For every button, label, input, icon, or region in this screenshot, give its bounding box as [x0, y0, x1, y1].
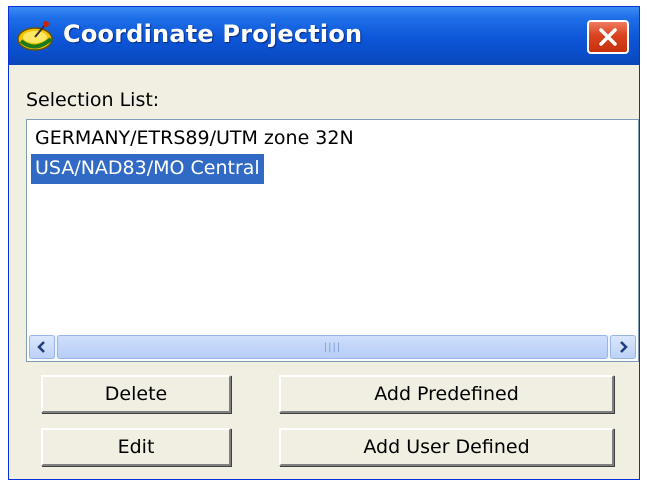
close-icon — [599, 28, 617, 46]
window-title: Coordinate Projection — [63, 20, 363, 48]
list-item[interactable]: GERMANY/ETRS89/UTM zone 32N — [31, 124, 358, 154]
satellite-dish-icon — [17, 21, 53, 51]
scroll-left-button[interactable] — [29, 335, 55, 359]
selection-list-label: Selection List: — [26, 89, 160, 111]
chevron-left-icon — [37, 341, 45, 353]
scroll-right-button[interactable] — [610, 335, 636, 359]
close-button[interactable] — [587, 20, 629, 54]
scrollbar-thumb[interactable]: |||| — [57, 335, 608, 359]
list-items-container: GERMANY/ETRS89/UTM zone 32N USA/NAD83/MO… — [31, 124, 634, 331]
grip-icon: |||| — [323, 341, 342, 353]
horizontal-scrollbar[interactable]: |||| — [29, 335, 636, 359]
chevron-right-icon — [620, 341, 628, 353]
coordinate-projection-dialog: Coordinate Projection Selection List: GE… — [8, 6, 640, 480]
edit-button[interactable]: Edit — [41, 428, 231, 466]
title-bar[interactable]: Coordinate Projection — [9, 7, 639, 65]
delete-button[interactable]: Delete — [41, 375, 231, 413]
list-item-selected[interactable]: USA/NAD83/MO Central — [31, 154, 264, 184]
add-predefined-button[interactable]: Add Predefined — [279, 375, 614, 413]
add-user-defined-button[interactable]: Add User Defined — [279, 428, 614, 466]
selection-listbox[interactable]: GERMANY/ETRS89/UTM zone 32N USA/NAD83/MO… — [26, 119, 639, 362]
